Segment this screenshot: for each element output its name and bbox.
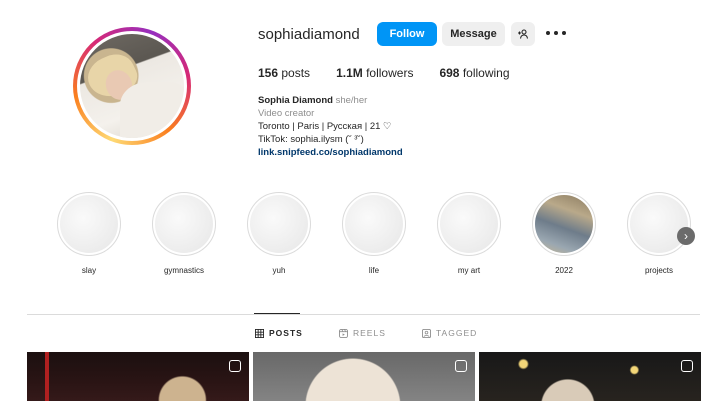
highlight-label: yuh bbox=[272, 266, 286, 275]
followers-stat[interactable]: 1.1M followers bbox=[336, 66, 413, 80]
multiple-posts-icon bbox=[681, 360, 693, 372]
highlight-cover bbox=[57, 192, 121, 256]
highlight-my-art[interactable]: my art bbox=[436, 192, 502, 275]
avatar-photo bbox=[80, 34, 184, 138]
highlight-label: 2022 bbox=[555, 266, 573, 275]
profile-bio: Sophia Diamond she/her Video creator Tor… bbox=[258, 94, 403, 159]
bio-pronouns: she/her bbox=[335, 95, 368, 106]
tab-tagged[interactable]: TAGGED bbox=[422, 328, 477, 338]
multiple-posts-icon bbox=[229, 360, 241, 372]
tabs-divider bbox=[27, 314, 700, 315]
post-thumbnail[interactable] bbox=[479, 352, 701, 401]
highlight-2022[interactable]: 2022 bbox=[531, 192, 597, 275]
highlight-cover bbox=[342, 192, 406, 256]
tagged-icon bbox=[422, 328, 431, 338]
bio-line-tiktok: TikTok: sophia.ilysm (˘ ³˘) bbox=[258, 134, 364, 145]
posts-stat: 156 posts bbox=[258, 66, 310, 80]
bio-name: Sophia Diamond bbox=[258, 95, 333, 106]
profile-avatar[interactable] bbox=[73, 27, 191, 145]
highlight-label: slay bbox=[81, 266, 97, 275]
highlight-cover bbox=[532, 192, 596, 256]
person-plus-icon bbox=[518, 29, 529, 39]
followers-label: followers bbox=[366, 66, 414, 80]
tab-posts[interactable]: POSTS bbox=[255, 328, 303, 338]
bio-link[interactable]: link.snipfeed.co/sophiadiamond bbox=[258, 146, 403, 159]
suggested-accounts-button[interactable] bbox=[511, 22, 535, 46]
tab-label: REELS bbox=[353, 328, 386, 338]
highlight-cover bbox=[247, 192, 311, 256]
following-stat[interactable]: 698 following bbox=[439, 66, 509, 80]
highlight-label: life bbox=[368, 266, 380, 275]
highlight-yuh[interactable]: yuh bbox=[246, 192, 312, 275]
highlight-gymnastics[interactable]: gymnastics bbox=[151, 192, 217, 275]
following-count: 698 bbox=[439, 66, 460, 80]
tab-label: TAGGED bbox=[436, 328, 478, 338]
posts-label: posts bbox=[281, 66, 311, 80]
highlight-cover bbox=[152, 192, 216, 256]
follow-button[interactable]: Follow bbox=[377, 22, 437, 46]
tab-label: POSTS bbox=[269, 328, 303, 338]
highlight-life[interactable]: life bbox=[341, 192, 407, 275]
highlight-cover bbox=[627, 192, 691, 256]
posts-count: 156 bbox=[258, 66, 279, 80]
tab-reels[interactable]: REELS bbox=[339, 328, 386, 338]
active-tab-indicator bbox=[254, 313, 300, 314]
message-button[interactable]: Message bbox=[442, 22, 505, 46]
highlight-label: projects bbox=[644, 266, 673, 275]
more-options-button[interactable] bbox=[546, 26, 566, 40]
reels-icon bbox=[339, 328, 348, 338]
followers-count: 1.1M bbox=[336, 66, 363, 80]
profile-username: sophiadiamond bbox=[258, 26, 360, 43]
highlight-cover bbox=[437, 192, 501, 256]
post-thumbnail[interactable] bbox=[253, 352, 475, 401]
bio-category: Video creator bbox=[258, 108, 315, 119]
highlight-label: gymnastics bbox=[163, 266, 204, 275]
chevron-right-icon[interactable]: › bbox=[677, 227, 695, 245]
profile-stats: 156 posts 1.1M followers 698 following bbox=[258, 66, 536, 80]
bio-line-location: Toronto | Paris | Русская | 21 ♡ bbox=[258, 121, 392, 132]
avatar-inner bbox=[77, 31, 187, 141]
highlight-label: my art bbox=[457, 266, 481, 275]
more-options-icon bbox=[546, 31, 550, 35]
highlight-slay[interactable]: slay bbox=[56, 192, 122, 275]
post-thumbnail[interactable] bbox=[27, 352, 249, 401]
reels-icon bbox=[455, 360, 467, 372]
following-label: following bbox=[462, 66, 510, 80]
grid-icon bbox=[255, 328, 264, 338]
